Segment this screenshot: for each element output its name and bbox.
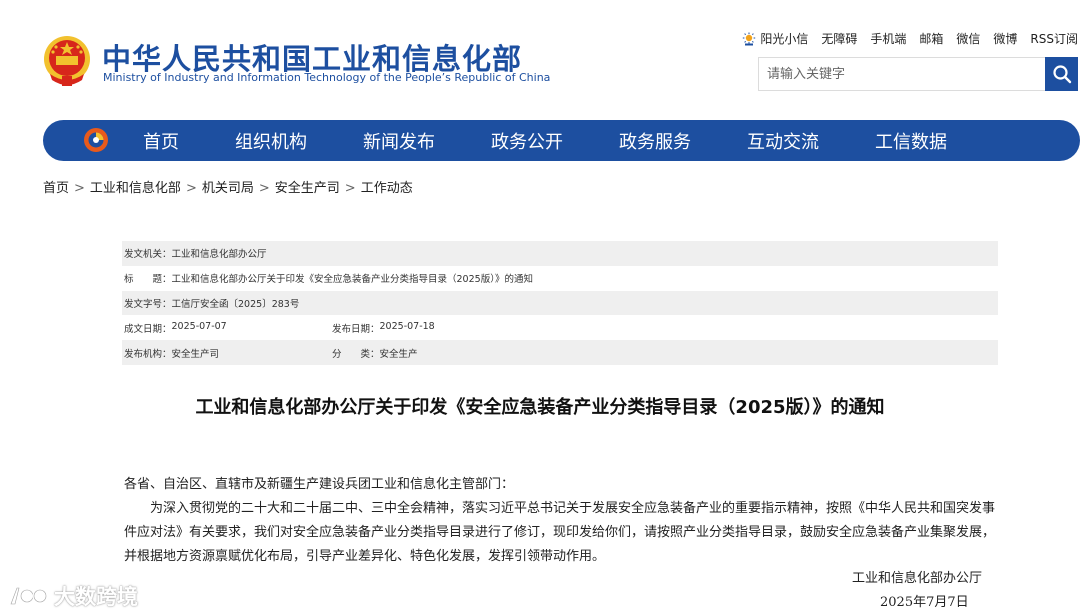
top-link-wechat[interactable]: 微信: [956, 30, 980, 47]
meta-value: 2025-07-07: [171, 320, 227, 332]
top-links: 阳光小信 无障碍 手机端 邮箱 微信 微博 RSS订阅: [742, 30, 1078, 47]
nav-item-organization[interactable]: 组织机构: [235, 128, 307, 154]
meta-label: 标 题：: [124, 274, 172, 286]
watermark-logo-icon: [10, 587, 48, 605]
meta-label: 发布日期：: [332, 323, 380, 335]
nav-item-data[interactable]: 工信数据: [875, 128, 947, 154]
document-paragraph: 为深入贯彻党的二十大和二十届二中、三中全会精神，落实习近平总书记关于发展安全应急…: [124, 501, 996, 564]
meta-value: 工业和信息化部办公厅: [171, 249, 267, 261]
meta-value: 安全生产: [379, 348, 418, 360]
document-title: 工业和信息化部办公厅关于印发《安全应急装备产业分类指导目录（2025版）》的通知: [195, 397, 885, 418]
meta-cell-created: 成文日期： 2025-07-07: [124, 321, 332, 335]
document-salutation: 各省、自治区、直辖市及新疆生产建设兵团工业和信息化主管部门：: [124, 477, 515, 492]
breadcrumb: 首页 > 工业和信息化部 > 机关司局 > 安全生产司 > 工作动态: [43, 177, 413, 196]
nav-item-government-affairs[interactable]: 政务公开: [491, 128, 563, 154]
meta-label: 发文字号：: [124, 298, 172, 310]
meta-cell-published: 发布日期： 2025-07-18: [332, 321, 540, 335]
search-input[interactable]: [759, 58, 1045, 90]
meta-row-doc-number: 发文字号： 工信厅安全函〔2025〕283号: [122, 290, 998, 316]
top-link-accessibility[interactable]: 无障碍: [821, 30, 857, 47]
breadcrumb-separator: >: [185, 181, 197, 196]
breadcrumb-work-news[interactable]: 工作动态: [361, 181, 413, 196]
meta-value: 安全生产司: [171, 348, 220, 360]
breadcrumb-separator: >: [344, 181, 356, 196]
meta-row-dates: 成文日期： 2025-07-07 发布日期： 2025-07-18: [122, 315, 998, 340]
document-body: 各省、自治区、直辖市及新疆生产建设兵团工业和信息化主管部门： 为深入贯彻党的二十…: [124, 473, 998, 569]
meta-cell-org: 发布机构： 安全生产司: [124, 346, 332, 360]
nav-item-home[interactable]: 首页: [143, 128, 179, 154]
breadcrumb-separator: >: [258, 181, 270, 196]
top-link-rss[interactable]: RSS订阅: [1030, 30, 1078, 47]
top-link-sunshine[interactable]: 阳光小信: [760, 30, 808, 47]
meta-row-issuer: 发文机关： 工业和信息化部办公厅: [122, 241, 998, 266]
meta-label: 发文机关：: [124, 249, 172, 261]
search-box: [758, 57, 1078, 91]
breadcrumb-safety-dept[interactable]: 安全生产司: [275, 181, 340, 196]
meta-label: 成文日期：: [124, 323, 172, 335]
meta-label: 分 类：: [332, 348, 380, 360]
breadcrumb-departments[interactable]: 机关司局: [202, 181, 254, 196]
document-date: 2025年7月7日: [880, 595, 969, 610]
top-link-mail[interactable]: 邮箱: [919, 30, 943, 47]
national-emblem-icon[interactable]: [42, 34, 92, 88]
search-icon: [1052, 65, 1071, 84]
mitt-logo-icon[interactable]: [83, 127, 109, 153]
nav-item-interaction[interactable]: 互动交流: [747, 128, 819, 154]
breadcrumb-home[interactable]: 首页: [43, 181, 69, 196]
meta-value: 工业和信息化部办公厅关于印发《安全应急装备产业分类指导目录（2025版）》的通知: [171, 274, 533, 286]
site-header: 中华人民共和国工业和信息化部 Ministry of Industry and …: [0, 0, 1080, 120]
site-title-en[interactable]: Ministry of Industry and Information Tec…: [103, 71, 550, 84]
document-meta-table: 发文机关： 工业和信息化部办公厅 标 题： 工业和信息化部办公厅关于印发《安全应…: [122, 241, 998, 365]
breadcrumb-ministry[interactable]: 工业和信息化部: [90, 181, 181, 196]
document-signature: 工业和信息化部办公厅: [852, 571, 983, 586]
search-button[interactable]: [1045, 57, 1078, 91]
meta-value: 2025-07-18: [379, 320, 435, 332]
sun-icon: [743, 32, 756, 45]
nav-item-news[interactable]: 新闻发布: [363, 128, 435, 154]
main-nav: 首页 组织机构 新闻发布 政务公开 政务服务 互动交流 工信数据: [43, 120, 1080, 161]
meta-value: 工信厅安全函〔2025〕283号: [171, 298, 300, 310]
meta-row-title: 标 题： 工业和信息化部办公厅关于印发《安全应急装备产业分类指导目录（2025版…: [122, 266, 998, 291]
breadcrumb-separator: >: [74, 181, 85, 196]
nav-items: 首页 组织机构 新闻发布 政务公开 政务服务 互动交流 工信数据: [123, 120, 1003, 161]
watermark-text: 大数跨境: [54, 585, 138, 609]
watermark: 大数跨境: [8, 581, 138, 611]
meta-cell-category: 分 类： 安全生产: [332, 346, 540, 360]
meta-row-org: 发布机构： 安全生产司 分 类： 安全生产: [122, 340, 998, 365]
meta-label: 发布机构：: [124, 348, 172, 360]
top-link-weibo[interactable]: 微博: [993, 30, 1017, 47]
nav-item-government-services[interactable]: 政务服务: [619, 128, 691, 154]
top-link-mobile[interactable]: 手机端: [870, 30, 906, 47]
